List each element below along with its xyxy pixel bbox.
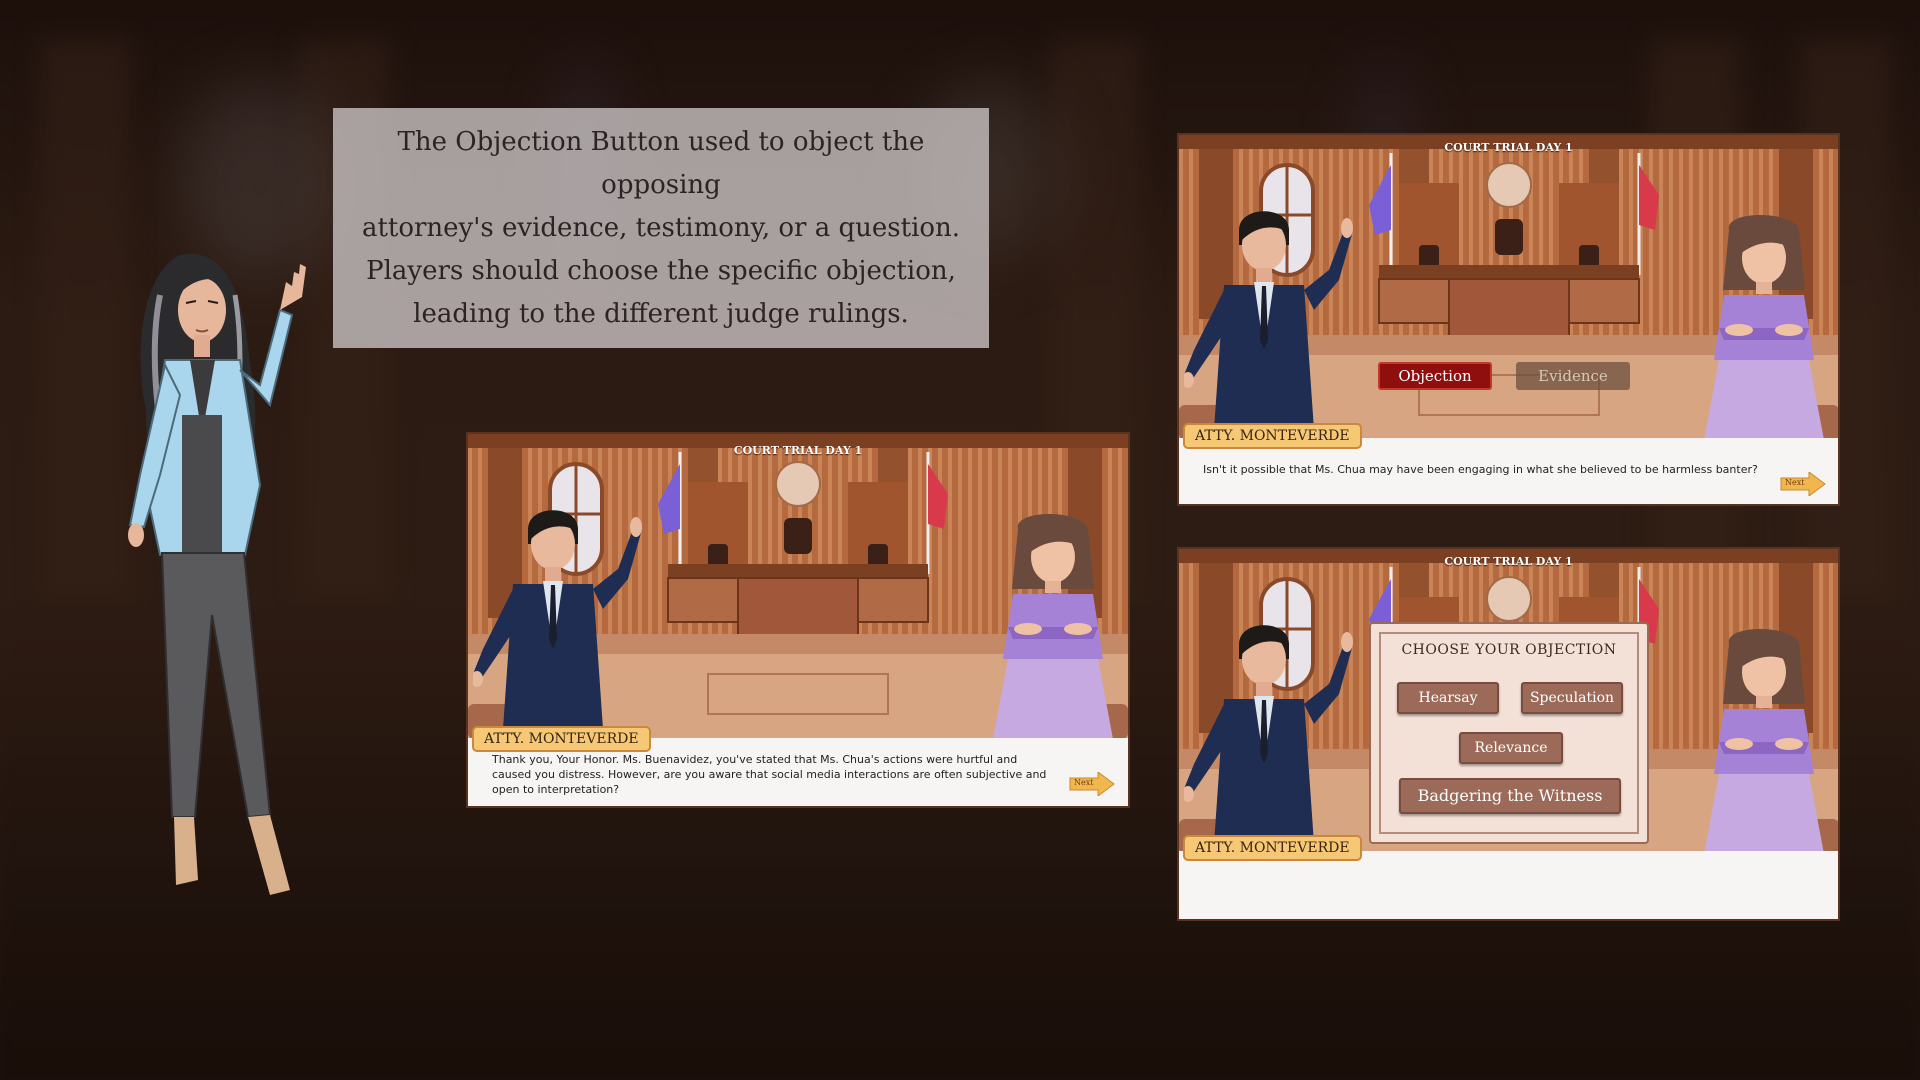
caption-line-4: leading to the different judge rulings. bbox=[413, 298, 909, 329]
dialogue-box bbox=[1179, 851, 1838, 919]
trial-day-title: COURT TRIAL DAY 1 bbox=[733, 444, 863, 457]
trial-day-title: COURT TRIAL DAY 1 bbox=[1444, 141, 1573, 154]
speaker-nametag: ATTY. MONTEVERDE bbox=[472, 726, 651, 752]
screenshot-objection-panel: COURT TRIAL DAY 1 Objection Evidence Isn… bbox=[1177, 133, 1840, 506]
next-button[interactable]: Next bbox=[1068, 771, 1116, 797]
caption-text: The Objection Button used to object the … bbox=[353, 121, 969, 336]
dialogue-text: Thank you, Your Honor. Ms. Buenavidez, y… bbox=[492, 753, 1047, 796]
caption-line-3: Players should choose the specific objec… bbox=[366, 255, 956, 286]
screenshot-dialogue-panel: COURT TRIAL DAY 1 Thank you, Your Honor.… bbox=[466, 432, 1130, 808]
screenshot-objection-menu-panel: COURT TRIAL DAY 1 CHOOSE YOUR OBJECTION … bbox=[1177, 547, 1840, 921]
trial-day-title: COURT TRIAL DAY 1 bbox=[1444, 555, 1573, 568]
courtroom-scene bbox=[1179, 135, 1838, 440]
objection-menu: CHOOSE YOUR OBJECTION Hearsay Speculatio… bbox=[1369, 622, 1649, 844]
objection-option-speculation[interactable]: Speculation bbox=[1521, 682, 1623, 714]
caption-line-1: The Objection Button used to object the … bbox=[397, 126, 925, 200]
next-button[interactable]: Next bbox=[1779, 471, 1827, 497]
speaker-nametag: ATTY. MONTEVERDE bbox=[1183, 835, 1362, 861]
dialogue-text: Isn't it possible that Ms. Chua may have… bbox=[1203, 463, 1758, 476]
objection-option-badgering[interactable]: Badgering the Witness bbox=[1399, 778, 1621, 814]
objection-option-relevance[interactable]: Relevance bbox=[1459, 732, 1563, 764]
caption-line-2: attorney's evidence, testimony, or a que… bbox=[361, 212, 961, 243]
speaker-nametag: ATTY. MONTEVERDE bbox=[1183, 423, 1362, 449]
objection-option-hearsay[interactable]: Hearsay bbox=[1397, 682, 1499, 714]
objection-button[interactable]: Objection bbox=[1378, 362, 1492, 390]
caption-box: The Objection Button used to object the … bbox=[333, 108, 989, 348]
courtroom-scene bbox=[468, 434, 1128, 739]
objection-menu-heading: CHOOSE YOUR OBJECTION bbox=[1401, 642, 1617, 658]
evidence-button[interactable]: Evidence bbox=[1516, 362, 1630, 390]
